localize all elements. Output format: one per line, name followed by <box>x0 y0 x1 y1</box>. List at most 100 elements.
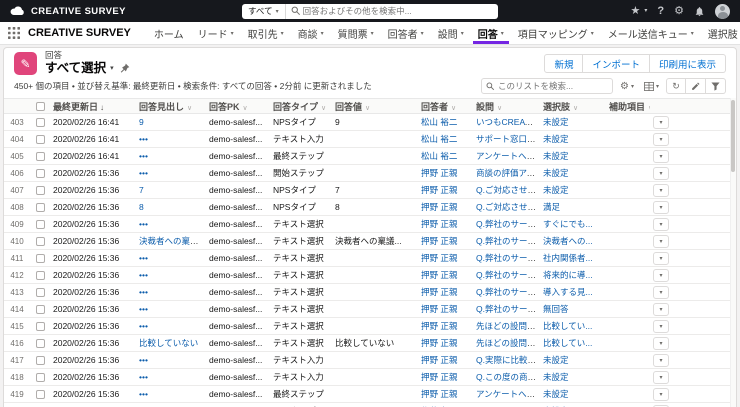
question-link[interactable]: サポート窓口の対応評... <box>476 134 540 144</box>
answer-heading-link[interactable]: ••• <box>139 372 148 382</box>
row-actions-button[interactable]: ▾ <box>653 217 669 231</box>
question-link[interactable]: Q.弊社のサービスのご... <box>476 270 540 280</box>
choice-link[interactable]: 未設定 <box>543 168 569 178</box>
respondent-link[interactable]: 押野 正親 <box>421 338 457 348</box>
answer-heading-link[interactable]: ••• <box>139 168 148 178</box>
respondent-link[interactable]: 押野 正親 <box>421 185 457 195</box>
table-row[interactable]: 412 2020/02/26 15:36 ••• demo-salesf... … <box>4 266 736 284</box>
pin-icon[interactable] <box>120 63 130 74</box>
help-icon[interactable]: ? <box>657 5 664 17</box>
row-checkbox[interactable] <box>35 287 45 297</box>
nav-tab-2[interactable]: リード ▾ <box>191 22 241 44</box>
question-link[interactable]: アンケートへのご協力... <box>476 389 540 399</box>
row-actions-button[interactable]: ▾ <box>653 387 669 401</box>
column-header-last-modified[interactable]: 最終更新日 ↓ <box>50 98 136 114</box>
choice-link[interactable]: 決裁者への... <box>543 236 593 246</box>
nav-tab-9[interactable]: 項目マッピング ▾ <box>511 22 601 44</box>
choice-link[interactable]: 未設定 <box>543 389 569 399</box>
respondent-link[interactable]: 押野 正親 <box>421 219 457 229</box>
respondent-link[interactable]: 押野 正親 <box>421 287 457 297</box>
table-row[interactable]: 418 2020/02/26 15:36 ••• demo-salesf... … <box>4 368 736 386</box>
respondent-link[interactable]: 押野 正親 <box>421 202 457 212</box>
row-actions-button[interactable]: ▾ <box>653 183 669 197</box>
question-link[interactable]: いつもCREATIVE SURV... <box>476 117 540 127</box>
question-link[interactable]: 先ほどの設問で「(QS)... <box>476 338 540 348</box>
respondent-link[interactable]: 押野 正親 <box>421 355 457 365</box>
question-link[interactable]: Q.弊社のサービスのご... <box>476 253 540 263</box>
table-row[interactable]: 406 2020/02/26 15:36 ••• demo-salesf... … <box>4 164 736 182</box>
column-header-answer-type[interactable]: 回答タイプ ∨ <box>270 98 332 114</box>
vertical-scrollbar[interactable] <box>730 98 736 407</box>
table-row[interactable]: 405 2020/02/26 16:41 ••• demo-salesf... … <box>4 147 736 165</box>
nav-tab-10[interactable]: メール送信キュー ▾ <box>601 22 701 44</box>
nav-tab-3[interactable]: 取引先 ▾ <box>241 22 291 44</box>
choice-link[interactable]: 社内関係者... <box>543 253 593 263</box>
answer-heading-link[interactable]: 決裁者への稟議... <box>139 236 206 246</box>
column-header-respondent[interactable]: 回答者 ∨ <box>418 98 473 114</box>
column-header-answer-value[interactable]: 回答値 ∨ <box>332 98 418 114</box>
favorites-star-icon[interactable]: ★ <box>631 5 641 17</box>
answer-heading-link[interactable]: ••• <box>139 355 148 365</box>
row-checkbox[interactable] <box>35 321 45 331</box>
choice-link[interactable]: 比較してい... <box>543 321 592 331</box>
column-header-choice[interactable]: 選択肢 ∨ <box>540 98 606 114</box>
question-link[interactable]: Q.ご対応させていただ... <box>476 202 540 212</box>
respondent-link[interactable]: 松山 裕二 <box>421 134 457 144</box>
row-actions-button[interactable]: ▾ <box>653 115 669 129</box>
table-row[interactable]: 410 2020/02/26 15:36 決裁者への稟議... demo-sal… <box>4 232 736 250</box>
favorites-caret-icon[interactable]: ▾ <box>644 8 647 14</box>
question-link[interactable]: 先ほどの設問で「(QS)... <box>476 321 540 331</box>
row-actions-button[interactable]: ▾ <box>653 319 669 333</box>
inline-edit-button[interactable] <box>686 78 706 94</box>
answer-heading-link[interactable]: ••• <box>139 134 148 144</box>
respondent-link[interactable]: 押野 正親 <box>421 270 457 280</box>
nav-tab-4[interactable]: 商談 ▾ <box>291 22 331 44</box>
choice-link[interactable]: 未設定 <box>543 151 569 161</box>
answer-heading-link[interactable]: 9 <box>139 117 144 127</box>
answer-heading-link[interactable]: ••• <box>139 253 148 263</box>
row-checkbox[interactable] <box>35 168 45 178</box>
answer-heading-link[interactable]: 比較していない <box>139 338 198 348</box>
row-actions-button[interactable]: ▾ <box>653 251 669 265</box>
respondent-link[interactable]: 押野 正親 <box>421 304 457 314</box>
choice-link[interactable]: 未設定 <box>543 134 569 144</box>
answer-heading-link[interactable]: ••• <box>139 219 148 229</box>
respondent-link[interactable]: 押野 正親 <box>421 321 457 331</box>
question-link[interactable]: Q.この度の商談におけ... <box>476 372 540 382</box>
respondent-link[interactable]: 押野 正親 <box>421 372 457 382</box>
row-actions-button[interactable]: ▾ <box>653 234 669 248</box>
question-link[interactable]: Q.実際に比較されてい... <box>476 355 540 365</box>
printable-view-button[interactable]: 印刷用に表示 <box>649 54 726 73</box>
row-actions-button[interactable]: ▾ <box>653 353 669 367</box>
choice-link[interactable]: 無回答 <box>543 304 569 314</box>
answer-heading-link[interactable]: 8 <box>139 202 144 212</box>
table-row[interactable]: 408 2020/02/26 15:36 8 demo-salesf... NP… <box>4 198 736 216</box>
question-link[interactable]: Q.弊社のサービスのご... <box>476 304 540 314</box>
answer-heading-link[interactable]: ••• <box>139 321 148 331</box>
column-header-answer-heading[interactable]: 回答見出し ∨ <box>136 98 206 114</box>
respondent-link[interactable]: 押野 正親 <box>421 253 457 263</box>
row-checkbox[interactable] <box>35 253 45 263</box>
table-row[interactable]: 415 2020/02/26 15:36 ••• demo-salesf... … <box>4 317 736 335</box>
refresh-button[interactable]: ↻ <box>666 78 686 94</box>
table-row[interactable]: 417 2020/02/26 15:36 ••• demo-salesf... … <box>4 351 736 369</box>
table-row[interactable]: 403 2020/02/26 16:41 9 demo-salesf... NP… <box>4 113 736 131</box>
question-link[interactable]: 商談の評価アンケート... <box>476 168 540 178</box>
row-checkbox[interactable] <box>35 338 45 348</box>
row-actions-button[interactable]: ▾ <box>653 336 669 350</box>
table-row[interactable]: 413 2020/02/26 15:36 ••• demo-salesf... … <box>4 283 736 301</box>
choice-link[interactable]: 満足 <box>543 202 560 212</box>
respondent-link[interactable]: 押野 正親 <box>421 236 457 246</box>
row-actions-button[interactable]: ▾ <box>653 149 669 163</box>
respondent-link[interactable]: 松山 裕二 <box>421 117 457 127</box>
nav-tab-8[interactable]: 回答 ▾ <box>471 22 511 44</box>
search-scope-button[interactable]: すべて ▾ <box>242 3 286 19</box>
row-checkbox[interactable] <box>35 355 45 365</box>
column-header-answer-pk[interactable]: 回答PK ∨ <box>206 98 270 114</box>
nav-tab-5[interactable]: 質問票 ▾ <box>331 22 381 44</box>
respondent-link[interactable]: 押野 正親 <box>421 389 457 399</box>
new-button[interactable]: 新規 <box>544 54 584 73</box>
table-row[interactable]: 404 2020/02/26 16:41 ••• demo-salesf... … <box>4 130 736 148</box>
choice-link[interactable]: 導入する見... <box>543 287 593 297</box>
select-all-checkbox[interactable] <box>35 101 45 111</box>
